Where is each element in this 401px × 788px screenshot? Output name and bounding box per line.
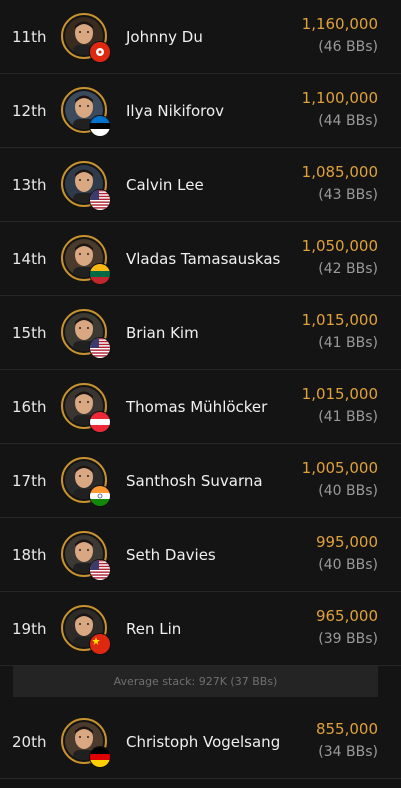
player-rank: 17th: [12, 472, 47, 490]
us-flag-icon: [89, 189, 111, 211]
big-blinds: (44 BBs): [318, 113, 378, 129]
player-name[interactable]: Santhosh Suvarna: [126, 444, 263, 518]
player-row[interactable]: 14th Vladas Tamasauskas 1,050,000 (42 BB…: [0, 222, 401, 296]
player-avatar[interactable]: [61, 531, 111, 581]
chip-count: 965,000: [315, 607, 378, 625]
player-row[interactable]: 15th Brian Kim 1,015,000 (41 BBs): [0, 296, 401, 370]
big-blinds: (34 BBs): [318, 744, 378, 760]
at-flag-icon: [89, 411, 111, 433]
player-avatar[interactable]: [61, 718, 111, 768]
chip-count: 1,015,000: [301, 311, 378, 329]
player-name[interactable]: Seth Davies: [126, 518, 216, 592]
player-rank: 18th: [12, 546, 47, 564]
lt-flag-icon: [89, 263, 111, 285]
player-avatar[interactable]: [61, 457, 111, 507]
player-name[interactable]: Ilya Nikiforov: [126, 74, 224, 148]
player-name[interactable]: Brian Kim: [126, 296, 199, 370]
player-name[interactable]: Vladas Tamasauskas: [126, 222, 280, 296]
cn-flag-icon: [89, 633, 111, 655]
big-blinds: (41 BBs): [318, 335, 378, 351]
average-stack-bar: Average stack: 927K (37 BBs): [13, 666, 378, 697]
player-row[interactable]: 16th Thomas Mühlöcker 1,015,000 (41 BBs): [0, 370, 401, 444]
big-blinds: (42 BBs): [318, 261, 378, 277]
chip-count: 995,000: [315, 533, 378, 551]
chip-count: 1,005,000: [301, 459, 378, 477]
player-name[interactable]: Thomas Mühlöcker: [126, 370, 267, 444]
player-avatar[interactable]: [61, 605, 111, 655]
player-name[interactable]: Calvin Lee: [126, 148, 204, 222]
ee-flag-icon: [89, 115, 111, 137]
player-rank: 14th: [12, 250, 47, 268]
chip-count: 1,050,000: [301, 237, 378, 255]
player-row[interactable]: 11th Johnny Du 1,160,000 (46 BBs): [0, 0, 401, 74]
player-rank: 19th: [12, 620, 47, 638]
player-avatar[interactable]: [61, 161, 111, 211]
big-blinds: (41 BBs): [318, 409, 378, 425]
us-flag-icon: [89, 559, 111, 581]
player-rank: 13th: [12, 176, 47, 194]
in-flag-icon: [89, 485, 111, 507]
player-rank: 12th: [12, 102, 47, 120]
player-row[interactable]: 12th Ilya Nikiforov 1,100,000 (44 BBs): [0, 74, 401, 148]
chip-count: 855,000: [315, 720, 378, 738]
de-flag-icon: [89, 746, 111, 768]
player-avatar[interactable]: [61, 87, 111, 137]
player-row[interactable]: 18th Seth Davies 995,000 (40 BBs): [0, 518, 401, 592]
player-rank: 11th: [12, 28, 47, 46]
chip-count: 1,085,000: [301, 163, 378, 181]
big-blinds: (40 BBs): [318, 557, 378, 573]
player-rank: 15th: [12, 324, 47, 342]
player-name[interactable]: Ren Lin: [126, 592, 181, 666]
player-avatar[interactable]: [61, 383, 111, 433]
big-blinds: (43 BBs): [318, 187, 378, 203]
chip-count-list: 11th Johnny Du 1,160,000 (46 BBs) 12th I…: [0, 0, 401, 666]
us-flag-icon: [89, 337, 111, 359]
player-avatar[interactable]: [61, 13, 111, 63]
player-rank: 20th: [12, 733, 47, 751]
chip-count: 1,100,000: [301, 89, 378, 107]
player-row[interactable]: 17th Santhosh Suvarna 1,005,000 (40 BBs): [0, 444, 401, 518]
player-row[interactable]: 13th Calvin Lee 1,085,000 (43 BBs): [0, 148, 401, 222]
big-blinds: (39 BBs): [318, 631, 378, 647]
player-avatar[interactable]: [61, 235, 111, 285]
player-avatar[interactable]: [61, 309, 111, 359]
big-blinds: (46 BBs): [318, 39, 378, 55]
chip-count-list-after: 20th Christoph Vogelsang 855,000 (34 BBs…: [0, 705, 401, 779]
player-row[interactable]: 20th Christoph Vogelsang 855,000 (34 BBs…: [0, 705, 401, 779]
player-row[interactable]: 19th Ren Lin 965,000 (39 BBs): [0, 592, 401, 666]
hk-flag-icon: [89, 41, 111, 63]
player-name[interactable]: Johnny Du: [126, 0, 203, 74]
chip-count: 1,015,000: [301, 385, 378, 403]
big-blinds: (40 BBs): [318, 483, 378, 499]
player-name[interactable]: Christoph Vogelsang: [126, 705, 280, 779]
player-rank: 16th: [12, 398, 47, 416]
chip-count: 1,160,000: [301, 15, 378, 33]
